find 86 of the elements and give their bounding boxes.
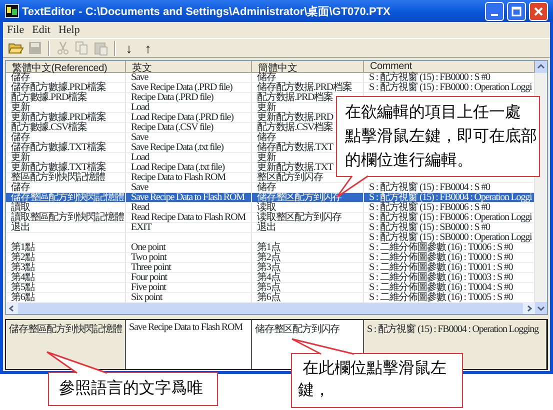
table-cell: Load bbox=[126, 103, 252, 113]
table-cell: 儲存配方數據.PRD檔案 bbox=[6, 83, 126, 93]
table-cell: Read Recipe Data to Flash ROM bbox=[126, 213, 252, 223]
column-header[interactable]: 簡體中文 bbox=[252, 61, 364, 73]
table-cell: 更新配方數據.PRD檔案 bbox=[6, 113, 126, 123]
table-cell: Save Recipe Data (.txt file) bbox=[126, 143, 252, 153]
table-row[interactable]: 儲存 Save 储存 S : 配方視窗 (15) : FB0000 : S #0 bbox=[6, 73, 535, 83]
table-cell: 儲存 bbox=[6, 73, 126, 83]
table-cell: Two point bbox=[126, 253, 252, 263]
table-cell: 第1点 bbox=[252, 243, 364, 253]
table-cell: 第1點 bbox=[6, 243, 126, 253]
table-cell: 第4點 bbox=[6, 273, 126, 283]
table-cell: 第2点 bbox=[252, 253, 364, 263]
table-cell: 储存 bbox=[252, 73, 364, 83]
menu-item[interactable]: Edit bbox=[28, 23, 54, 37]
table-row[interactable]: 第2點 Two point 第2点 S : 二維分佈圖參數 (16) : T0000 : S #0 bbox=[6, 253, 535, 263]
table-cell: Four point bbox=[126, 273, 252, 283]
table-cell: S : 二維分佈圖參數 (16) : T0004 : S #0 bbox=[364, 283, 535, 293]
table-cell: S : 二維分佈圖參數 (16) : T0000 : S #0 bbox=[364, 253, 535, 263]
table-cell: Five point bbox=[126, 283, 252, 293]
arrow-button[interactable]: ↑ bbox=[139, 39, 157, 57]
table-row[interactable]: 第1點 One point 第1点 S : 二維分佈圖參數 (16) : T0006 : S #0 bbox=[6, 243, 535, 253]
table-cell: Three point bbox=[126, 263, 252, 273]
table-cell: Recipe Data (.CSV file) bbox=[126, 123, 252, 133]
table-cell: 配方數據.CSV檔案 bbox=[6, 123, 126, 133]
table-cell: 儲存整區配方到快閃記憶體 bbox=[6, 193, 126, 203]
table-cell: 第2點 bbox=[6, 253, 126, 263]
table-cell: One point bbox=[126, 243, 252, 253]
table-cell: S : 配方視窗 (15) : FB0004 : Operation Loggi bbox=[364, 193, 535, 203]
table-cell: 更新 bbox=[6, 103, 126, 113]
table-cell: Recipe Data (.PRD file) bbox=[126, 93, 252, 103]
table-cell: S : 二維分佈圖參數 (16) : T0003 : S #0 bbox=[364, 273, 535, 283]
input-field[interactable]: Save Recipe Data to Flash ROM bbox=[126, 320, 252, 369]
table-row[interactable]: 讀取整區配方到快閃記憶體 Read Recipe Data to Flash ROM 读取整区配方到闪存 S : 配方視窗 (15) : FB0006 : Operation Loggi bbox=[6, 213, 535, 223]
table-cell: 读取 bbox=[252, 203, 364, 213]
table-row[interactable]: 第5點 Five point 第5点 S : 二維分佈圖參數 (16) : T0004 : S #0 bbox=[6, 283, 535, 293]
table-cell: S : 配方視窗 (15) : FB0006 : Operation Loggi bbox=[364, 213, 535, 223]
table-row[interactable]: 第4點 Four point 第4点 S : 二維分佈圖參數 (16) : T0003 : S #0 bbox=[6, 273, 535, 283]
table-cell: S : 二維分佈圖參數 (16) : T0001 : S #0 bbox=[364, 263, 535, 273]
table-cell: 第3点 bbox=[252, 263, 364, 273]
table-cell: 第3點 bbox=[6, 263, 126, 273]
table-cell: S : 配方視窗 (15) : SB0000 : Operation Loggi bbox=[364, 233, 535, 243]
table-cell: Save Recipe Data (.PRD file) bbox=[126, 83, 252, 93]
window-title: TextEditor - C:\Documents and Settings\Administrator\桌面\GT070.PTX bbox=[22, 4, 390, 18]
table-cell: EXIT bbox=[126, 223, 252, 233]
table-cell: S : 配方視窗 (15) : FB0006 : S #0 bbox=[364, 203, 535, 213]
column-header[interactable]: Comment bbox=[364, 61, 535, 73]
table-cell: 第5点 bbox=[252, 283, 364, 293]
table-cell: 讀取整區配方到快閃記憶體 bbox=[6, 213, 126, 223]
table-cell: Save bbox=[126, 73, 252, 83]
table-row[interactable]: 退出 EXIT 退出 S : 配方視窗 (15) : SB0000 : S #0 bbox=[6, 223, 535, 233]
table-row[interactable]: 儲存配方數據.PRD檔案 Save Recipe Data (.PRD file) 储存配方数据.PRD档案 S : 配方視窗 (15) : FB0000 : Operation Loggi bbox=[6, 83, 535, 93]
menu-item[interactable]: Help bbox=[54, 23, 84, 37]
table-cell: Save Recipe Data to Flash ROM bbox=[126, 193, 252, 203]
table-cell: Load Recipe Data (.PRD file) bbox=[126, 113, 252, 123]
table-cell: 第5點 bbox=[6, 283, 126, 293]
table-cell: 退出 bbox=[6, 223, 126, 233]
table-cell: 退出 bbox=[252, 223, 364, 233]
input-field[interactable]: 儲存整區配方到快閃記憶體 bbox=[6, 320, 126, 369]
table-cell: S : 二維分佈圖參數 (16) : T0006 : S #0 bbox=[364, 243, 535, 253]
menu-item[interactable]: File bbox=[3, 23, 28, 37]
table-cell: 整區配方到快閃記憶體 bbox=[6, 173, 126, 183]
table-cell: 储存配方数据.PRD档案 bbox=[252, 83, 364, 93]
table-cell: 更新 bbox=[6, 153, 126, 163]
arrow-button[interactable]: ↓ bbox=[120, 39, 138, 57]
table-cell: Recipe Data to Flash ROM bbox=[126, 173, 252, 183]
table-cell: Save bbox=[126, 133, 252, 143]
table-cell: 配方數據.PRD檔案 bbox=[6, 93, 126, 103]
table-cell: Load bbox=[126, 153, 252, 163]
table-row[interactable]: 讀取 Read 读取 S : 配方視窗 (15) : FB0006 : S #0 bbox=[6, 203, 535, 213]
table-cell: 更新配方數據.TXT檔案 bbox=[6, 163, 126, 173]
table-cell: 儲存 bbox=[6, 133, 126, 143]
table-cell: 读取整区配方到闪存 bbox=[252, 213, 364, 223]
table-cell: S : 配方視窗 (15) : FB0000 : Operation Loggi bbox=[364, 83, 535, 93]
callout-tooltip: 在欲編輯的項目上任一處 點擊滑鼠左鍵，即可在底部 的欄位進行編輯。 bbox=[336, 96, 540, 177]
table-cell: 儲存配方數據.TXT檔案 bbox=[6, 143, 126, 153]
column-header[interactable]: 英文 bbox=[126, 61, 252, 73]
table-cell: 讀取 bbox=[6, 203, 126, 213]
table-cell: S : 配方視窗 (15) : SB0000 : S #0 bbox=[364, 223, 535, 233]
column-header[interactable]: 繁體中文(Referenced) bbox=[6, 61, 126, 73]
table-cell: Load Recipe Data (.txt file) bbox=[126, 163, 252, 173]
table-cell: Read bbox=[126, 203, 252, 213]
table-cell: S : 配方視窗 (15) : FB0000 : S #0 bbox=[364, 73, 535, 83]
table-row[interactable]: 第3點 Three point 第3点 S : 二維分佈圖參數 (16) : T0001 : S #0 bbox=[6, 263, 535, 273]
table-cell: 第4点 bbox=[252, 273, 364, 283]
table-row[interactable]: S : 配方視窗 (15) : SB0000 : Operation Loggi bbox=[6, 233, 535, 243]
